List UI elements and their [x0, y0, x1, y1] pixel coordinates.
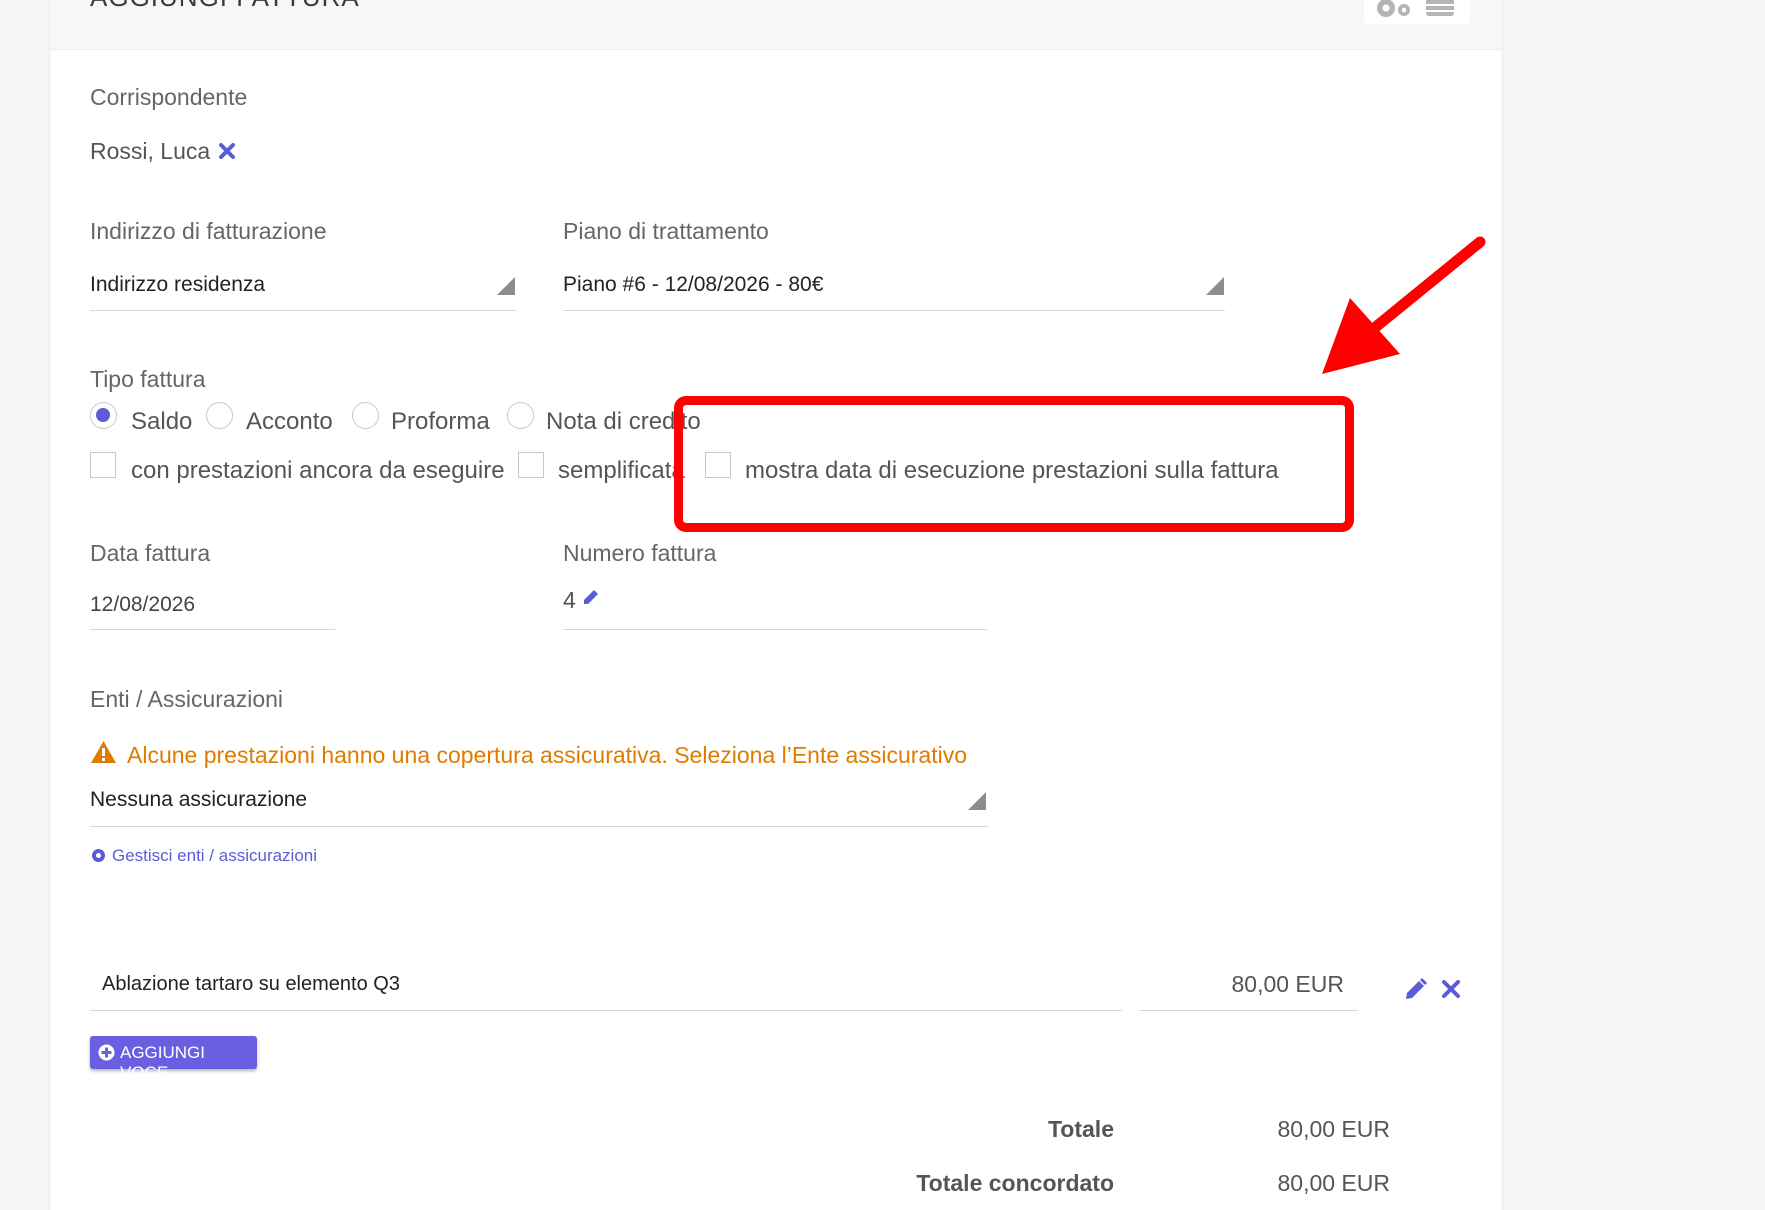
- edit-icon[interactable]: [581, 587, 601, 607]
- agreed-total-label: Totale concordato: [916, 1170, 1114, 1196]
- correspondent-label: Corrispondente: [90, 84, 248, 110]
- chevron-down-icon: [1206, 277, 1224, 295]
- item-description-field[interactable]: Ablazione tartaro su elemento Q3: [90, 958, 1122, 1011]
- radio-proforma[interactable]: [352, 402, 379, 429]
- checkbox-prestazioni-da-eseguire[interactable]: [90, 452, 116, 478]
- invoice-number-label: Numero fattura: [563, 540, 717, 566]
- checkbox-prestazioni-da-eseguire-label: con prestazioni ancora da eseguire: [131, 457, 505, 484]
- total-value: 80,00 EUR: [1277, 1116, 1390, 1142]
- invoice-card: AGGIUNGI FATTURA Corrispondente Rossi, L…: [49, 0, 1503, 1210]
- warning-icon: [91, 741, 116, 763]
- correspondent-value: Rossi, Luca: [90, 138, 211, 164]
- radio-acconto-label: Acconto: [246, 408, 333, 435]
- invoice-type-label: Tipo fattura: [90, 366, 206, 392]
- billing-address-select[interactable]: Indirizzo residenza: [90, 260, 516, 311]
- manage-insurance-link[interactable]: Gestisci enti / assicurazioni: [112, 846, 317, 866]
- header-tools: [1364, 0, 1470, 24]
- item-amount-field[interactable]: 80,00 EUR: [1139, 958, 1358, 1011]
- invoice-date-label: Data fattura: [90, 540, 211, 566]
- invoice-date-input[interactable]: 12/08/2026: [90, 583, 335, 630]
- total-label: Totale: [1047, 1116, 1114, 1142]
- annotation-highlight-box: [674, 396, 1354, 532]
- gears-icon[interactable]: [1374, 0, 1418, 18]
- insurance-value: Nessuna assicurazione: [90, 788, 308, 811]
- insurance-warning: Alcune prestazioni hanno una copertura a…: [127, 742, 967, 768]
- page-title: AGGIUNGI FATTURA: [90, 0, 360, 13]
- radio-saldo-label: Saldo: [131, 408, 193, 435]
- plus-circle-icon: [98, 1044, 115, 1061]
- chevron-down-icon: [497, 277, 515, 295]
- cog-icon: [92, 849, 105, 862]
- treatment-plan-value: Piano #6 - 12/08/2026 - 80€: [563, 273, 824, 296]
- checkbox-semplificata[interactable]: [518, 452, 544, 478]
- checkbox-semplificata-label: semplificata: [558, 457, 685, 484]
- billing-address-label: Indirizzo di fatturazione: [90, 218, 327, 244]
- treatment-plan-label: Piano di trattamento: [563, 218, 769, 244]
- billing-address-value: Indirizzo residenza: [90, 273, 266, 296]
- card-header: AGGIUNGI FATTURA: [50, 0, 1502, 50]
- arrow-annotation: [1322, 236, 1486, 374]
- add-item-label: AGGIUNGI VOCE: [120, 1043, 206, 1082]
- radio-saldo[interactable]: [90, 402, 117, 429]
- radio-proforma-label: Proforma: [391, 408, 490, 435]
- remove-correspondent-icon[interactable]: [218, 142, 236, 160]
- remove-item-icon[interactable]: [1441, 979, 1461, 999]
- invoice-number-value: 4: [563, 587, 576, 613]
- radio-nota-di-credito[interactable]: [507, 402, 534, 429]
- insurance-select[interactable]: Nessuna assicurazione: [90, 781, 988, 827]
- item-amount: 80,00 EUR: [1231, 971, 1344, 997]
- add-item-button[interactable]: AGGIUNGI VOCE: [90, 1036, 257, 1082]
- chevron-down-icon: [968, 792, 986, 810]
- edit-icon[interactable]: [1404, 977, 1428, 1001]
- invoice-number-field: 4: [563, 583, 987, 630]
- treatment-plan-select[interactable]: Piano #6 - 12/08/2026 - 80€: [563, 260, 1225, 311]
- radio-acconto[interactable]: [206, 402, 233, 429]
- database-icon[interactable]: [1424, 0, 1456, 18]
- insurance-label: Enti / Assicurazioni: [90, 686, 284, 712]
- invoice-date-value: 12/08/2026: [90, 593, 196, 616]
- agreed-total-value: 80,00 EUR: [1277, 1170, 1390, 1196]
- item-description: Ablazione tartaro su elemento Q3: [102, 973, 400, 995]
